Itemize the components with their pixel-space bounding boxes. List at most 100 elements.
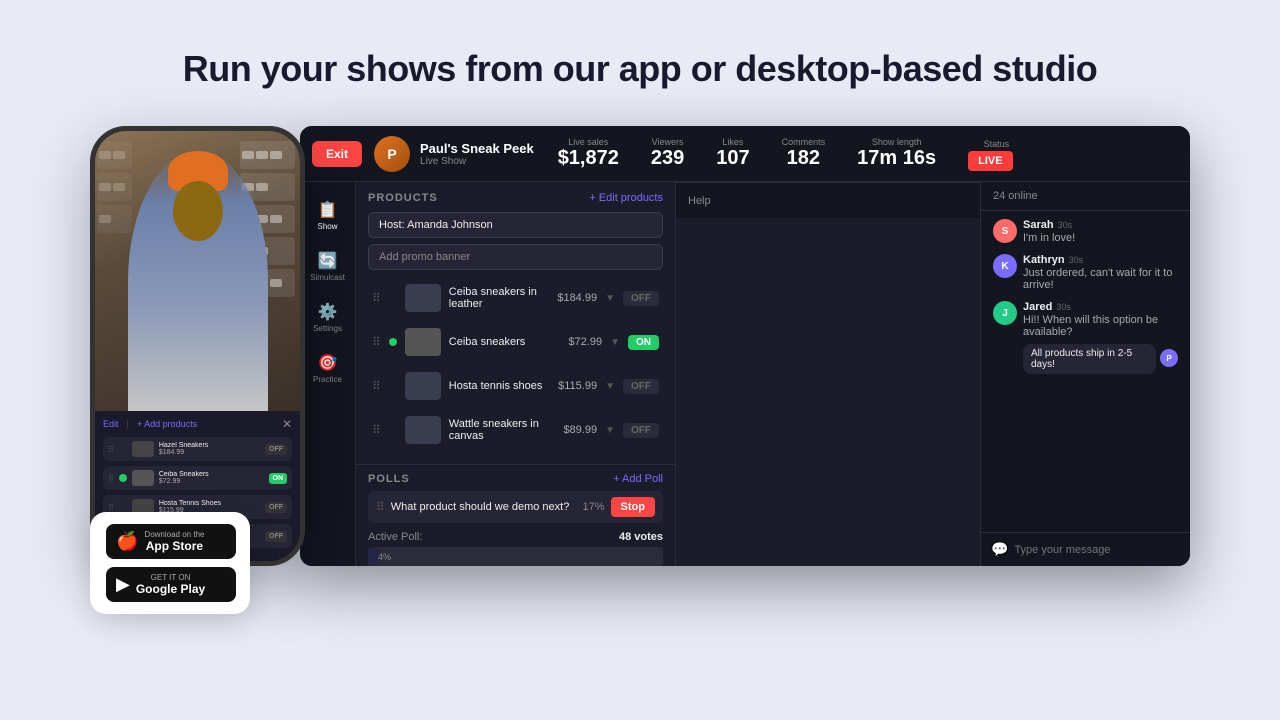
- simulcast-icon: 🔄: [318, 251, 338, 271]
- live-indicator: [389, 294, 397, 302]
- phone-face: [173, 181, 223, 241]
- likes-value: 107: [716, 147, 749, 170]
- google-play-icon: ▶: [116, 574, 130, 595]
- product-name: Hosta tennis shoes: [449, 380, 550, 392]
- poll-percent: 17%: [583, 501, 605, 513]
- product-price: $72.99: [568, 336, 602, 348]
- reply-avatar: P: [1160, 349, 1178, 367]
- phone-close-icon[interactable]: ✕: [282, 417, 292, 431]
- phone-add-products-label[interactable]: + Add products: [137, 419, 197, 429]
- list-item: ⠿ Ceiba Sneakers $72.99 ON: [103, 466, 292, 490]
- live-dot: [119, 445, 127, 453]
- poll-question: What product should we demo next?: [391, 501, 577, 513]
- chat-input[interactable]: [1014, 544, 1180, 556]
- chat-reply: All products ship in 2-5 days!: [1023, 344, 1156, 374]
- app-store-sub: Download on the: [144, 530, 204, 539]
- phone-edit-label[interactable]: Edit: [103, 419, 119, 429]
- sidebar-item-settings[interactable]: ⚙️ Settings: [304, 296, 352, 339]
- desktop-body: 📋 Show 🔄 Simulcast ⚙️ Settings 🎯 Practic…: [300, 182, 1190, 566]
- desktop-topbar: Exit P Paul's Sneak Peek Live Show Live …: [300, 126, 1190, 182]
- host-select[interactable]: Host: Amanda Johnson: [368, 212, 663, 238]
- desktop-mockup: Exit P Paul's Sneak Peek Live Show Live …: [300, 126, 1190, 566]
- poll-row: ⠿ What product should we demo next? 17% …: [368, 491, 663, 523]
- live-indicator: [389, 382, 397, 390]
- chevron-icon: ▼: [605, 425, 615, 436]
- product-price: $184.99: [557, 292, 597, 304]
- product-name: Ceiba sneakers in leather: [449, 286, 550, 310]
- product-status-toggle[interactable]: OFF: [623, 291, 659, 306]
- drag-handle[interactable]: ⠿: [372, 291, 381, 305]
- product-status-toggle[interactable]: OFF: [623, 423, 659, 438]
- chat-text: I'm in love!: [1023, 232, 1178, 244]
- list-item: ⠿ Hazel Sneakers $184.99 OFF: [103, 437, 292, 461]
- phone-shell: Edit | + Add products ✕ ⠿ Hazel Sneakers: [90, 126, 305, 566]
- poll-bar-hosta: 4% Hosta tennis shoes: [368, 547, 663, 566]
- product-name: Wattle sneakers in canvas: [449, 418, 556, 442]
- page-headline: Run your shows from our app or desktop-b…: [183, 48, 1098, 90]
- help-bar: Help: [676, 182, 980, 218]
- chat-timestamp: 30s: [1069, 255, 1084, 265]
- comments-value: 182: [782, 147, 826, 170]
- chat-timestamp: 30s: [1056, 302, 1071, 312]
- center-left-panel: PRODUCTS + Edit products Host: Amanda Jo…: [356, 182, 676, 566]
- live-sales-value: $1,872: [558, 147, 619, 170]
- table-row: ⠿ Ceiba sneakers in leather $184.99 ▼ OF…: [368, 278, 663, 318]
- drag-handle[interactable]: ⠿: [372, 423, 381, 437]
- app-store-button[interactable]: 🍎 Download on the App Store: [106, 524, 236, 559]
- chevron-icon: ▼: [605, 293, 615, 304]
- status-label: Status: [968, 139, 1024, 149]
- practice-icon: 🎯: [318, 353, 338, 373]
- table-row: ⠿ Hosta tennis shoes $115.99 ▼ OFF: [368, 366, 663, 406]
- product-thumbnail: [405, 328, 441, 356]
- google-play-button[interactable]: ▶ GET IT ON Google Play: [106, 567, 236, 602]
- avatar: J: [993, 301, 1017, 325]
- stat-status: Status LIVE: [968, 139, 1024, 169]
- drag-handle[interactable]: ⠿: [372, 335, 381, 349]
- product-price: $89.99: [563, 424, 597, 436]
- product-status-toggle[interactable]: ON: [628, 335, 659, 350]
- sidebar-item-simulcast[interactable]: 🔄 Simulcast: [304, 245, 352, 288]
- product-thumbnail: [405, 416, 441, 444]
- products-section: PRODUCTS + Edit products Host: Amanda Jo…: [356, 182, 675, 465]
- online-count: 24 online: [981, 182, 1190, 211]
- google-play-main: Google Play: [136, 582, 205, 596]
- hosta-bar-fill: 4%: [368, 547, 380, 566]
- polls-section: POLLS + Add Poll ⠿ What product should w…: [356, 465, 675, 566]
- sidebar-item-practice[interactable]: 🎯 Practice: [304, 347, 352, 390]
- phone-inner: Edit | + Add products ✕ ⠿ Hazel Sneakers: [95, 131, 300, 561]
- chat-username: Sarah: [1023, 219, 1054, 231]
- product-thumbnail: [405, 284, 441, 312]
- table-row: ⠿ Wattle sneakers in canvas $89.99 ▼ OFF: [368, 410, 663, 450]
- product-status-toggle[interactable]: OFF: [623, 379, 659, 394]
- promo-select[interactable]: Add promo banner: [368, 244, 663, 270]
- stat-likes: Likes 107: [716, 137, 749, 170]
- drag-handle[interactable]: ⠿: [376, 500, 385, 514]
- live-dot: [119, 474, 127, 482]
- stats-bar: Live sales $1,872 Viewers 239 Likes 107 …: [558, 137, 1190, 170]
- stop-poll-button[interactable]: Stop: [611, 497, 655, 517]
- product-price: $115.99: [558, 380, 597, 392]
- phone-video-area: [95, 131, 300, 411]
- show-subtitle: Live Show: [420, 156, 534, 167]
- sidebar-item-show[interactable]: 📋 Show: [304, 194, 352, 237]
- settings-icon: ⚙️: [318, 302, 338, 322]
- app-store-main: App Store: [144, 539, 204, 553]
- drag-handle[interactable]: ⠿: [372, 379, 381, 393]
- products-title: PRODUCTS: [368, 192, 438, 204]
- avatar: S: [993, 219, 1017, 243]
- exit-button[interactable]: Exit: [312, 141, 362, 167]
- phone-mockup: Edit | + Add products ✕ ⠿ Hazel Sneakers: [90, 126, 310, 566]
- stat-viewers: Viewers 239: [651, 137, 684, 170]
- table-row: ⠿ Ceiba sneakers $72.99 ▼ ON: [368, 322, 663, 362]
- live-dot: [119, 503, 127, 511]
- show-length-label: Show length: [857, 137, 936, 147]
- product-name: Ceiba sneakers: [449, 336, 561, 348]
- edit-products-link[interactable]: + Edit products: [589, 192, 663, 204]
- message-icon: 💬: [991, 541, 1008, 558]
- product-thumb: [132, 441, 154, 457]
- chat-messages: S Sarah 30s I'm in love! K: [981, 211, 1190, 532]
- avatar: K: [993, 254, 1017, 278]
- help-button[interactable]: Help: [688, 195, 711, 207]
- add-poll-link[interactable]: + Add Poll: [613, 473, 663, 485]
- chevron-icon: ▼: [610, 337, 620, 348]
